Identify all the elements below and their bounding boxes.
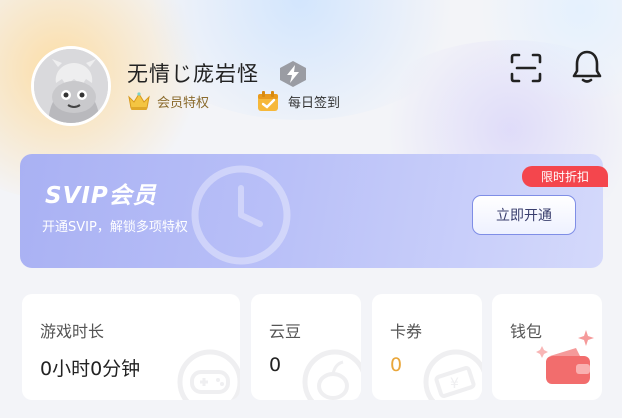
crown-icon (128, 92, 150, 110)
bell-icon[interactable] (570, 48, 604, 84)
svip-title: SVIP会员 (45, 183, 157, 209)
avatar[interactable] (31, 46, 111, 126)
limited-discount-badge: 限时折扣 (522, 166, 608, 187)
avatar-placeholder-icon (34, 49, 108, 123)
vip-privileges-link[interactable]: 会员特权 (127, 89, 223, 113)
bean-icon (302, 349, 361, 400)
lightning-badge-icon[interactable] (278, 60, 308, 88)
stat-label: 卡券 (390, 322, 423, 341)
stat-value: 0小时0分钟 (40, 358, 141, 380)
username: 无情じ庞岩怪 (127, 62, 259, 86)
vip-privileges-label: 会员特权 (157, 95, 210, 111)
stat-value: 0 (269, 354, 282, 376)
stat-card-playtime[interactable]: 游戏时长 0小时0分钟 (22, 294, 240, 400)
wallet-icon (536, 330, 594, 384)
stat-card-cloud-beans[interactable]: 云豆 0 (251, 294, 361, 400)
stat-label: 云豆 (269, 322, 302, 341)
scan-icon[interactable] (509, 52, 543, 84)
svip-subtitle: 开通SVIP，解锁多项特权 (42, 220, 188, 235)
gamepad-icon (177, 349, 240, 400)
stat-card-wallet[interactable]: 钱包 (492, 294, 602, 400)
ticket-icon: ¥ (423, 349, 482, 400)
clock-icon (191, 165, 291, 265)
daily-checkin-label: 每日签到 (288, 95, 341, 111)
stat-card-coupons[interactable]: 卡券 0 ¥ (372, 294, 482, 400)
calendar-check-icon (258, 91, 278, 111)
stat-value: 0 (390, 354, 403, 376)
open-svip-button[interactable]: 立即开通 (472, 195, 576, 235)
stat-label: 游戏时长 (40, 322, 105, 341)
svg-text:¥: ¥ (450, 376, 459, 392)
daily-checkin-link[interactable]: 每日签到 (256, 89, 348, 113)
